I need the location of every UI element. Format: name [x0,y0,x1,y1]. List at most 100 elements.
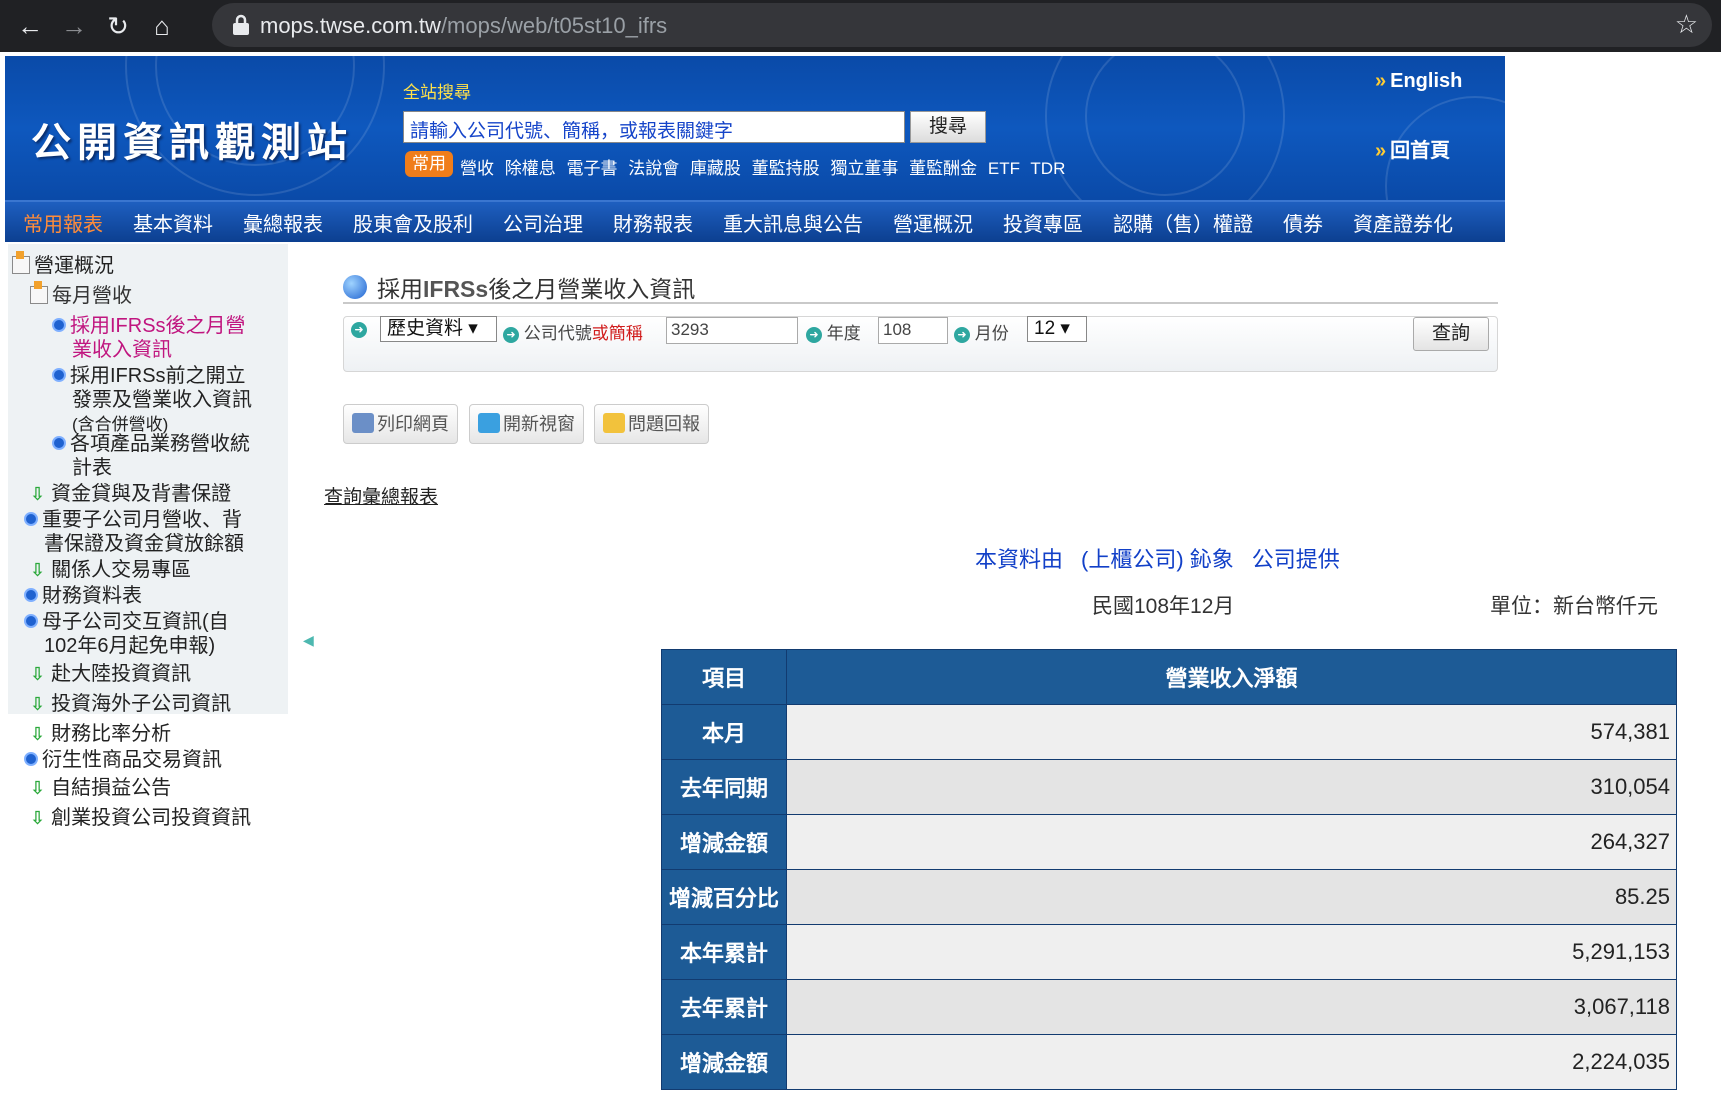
sidebar-item-operations[interactable]: 營運概況 [12,251,114,278]
row-value: 5,291,153 [786,924,1677,980]
menu-item[interactable]: 資產證券化 [1353,208,1453,237]
column-header: 項目 [661,649,787,705]
revenue-table: 項目 營業收入淨額 本月 574,381 去年同期 310,054 增減金額 2… [661,649,1677,1090]
summary-report-link[interactable]: 查詢彙總報表 [324,482,438,509]
bullet-icon [52,318,66,332]
sidebar-item-related[interactable]: ⇩ 關係人交易專區 [30,558,191,582]
quick-link[interactable]: 董監持股 [752,159,820,178]
quick-link[interactable]: ETF [988,159,1020,178]
common-tag: 常用 [405,151,453,177]
home-page-link[interactable]: » 回首頁 [1375,134,1450,163]
company-label: ➜ 公司代號或簡稱 [503,319,643,344]
download-arrow-icon: ⇩ [30,724,46,744]
history-select[interactable]: 歷史資料 ▾ [380,316,497,342]
download-arrow-icon: ⇩ [30,560,46,580]
row-label: 本年累計 [661,924,787,980]
sidebar-item-derivative[interactable]: 衍生性商品交易資訊 [24,748,222,772]
table-row: 本年累計 5,291,153 [661,924,1677,980]
company-input[interactable]: 3293 [666,317,798,344]
bullet-icon [52,436,66,450]
row-label: 去年累計 [661,979,787,1035]
menu-item[interactable]: 公司治理 [503,208,583,237]
back-icon[interactable]: ← [14,10,46,42]
main-menu: 常用報表 基本資料 彙總報表 股東會及股利 公司治理 財務報表 重大訊息與公告 … [5,200,1505,242]
row-value: 2,224,035 [786,1034,1677,1090]
row-value: 85.25 [786,869,1677,925]
menu-item[interactable]: 債券 [1283,208,1323,237]
quick-link[interactable]: 董監酬金 [909,159,977,178]
address-bar[interactable]: mops.twse.com.tw/mops/web/t05st10_ifrs ☆ [212,3,1712,47]
menu-item[interactable]: 財務報表 [613,208,693,237]
sidebar-item-ifrs-revenue[interactable]: 採用IFRSs後之月營 業收入資訊 [52,314,246,362]
month-select[interactable]: 12 ▾ [1027,316,1087,342]
year-input[interactable]: 108 [878,317,948,344]
row-value: 3,067,118 [786,979,1677,1035]
quick-links: 營收 除權息 電子書 法說會 庫藏股 董監持股 獨立董事 董監酬金 ETF TD… [460,154,1071,179]
forward-icon[interactable]: → [58,10,90,42]
collapse-sidebar-icon[interactable]: ◀ [303,632,314,649]
row-label: 增減金額 [661,814,787,870]
bookmark-star-icon[interactable]: ☆ [1675,9,1698,40]
sidebar-item-overseas[interactable]: ⇩ 投資海外子公司資訊 [30,692,231,716]
column-header: 營業收入淨額 [786,649,1677,705]
sidebar-item-ratio[interactable]: ⇩ 財務比率分析 [30,722,171,746]
sidebar-item-monthly[interactable]: 每月營收 [30,281,132,308]
quick-link[interactable]: 獨立董事 [830,159,898,178]
table-row: 去年累計 3,067,118 [661,979,1677,1035]
quick-link[interactable]: TDR [1030,159,1065,178]
menu-item[interactable]: 認購（售）權證 [1113,208,1253,237]
lock-icon [233,14,249,35]
home-icon[interactable]: ⌂ [146,10,178,42]
arrow-circle-icon: ➜ [806,327,822,343]
table-row: 增減金額 264,327 [661,814,1677,870]
menu-item[interactable]: 營運概況 [893,208,973,237]
arrow-circle-icon: ➜ [954,327,970,343]
search-input[interactable]: 請輸入公司代號、簡稱，或報表關鍵字 [403,111,905,143]
menu-item[interactable]: 股東會及股利 [353,208,473,237]
row-value: 264,327 [786,814,1677,870]
row-label: 增減金額 [661,1034,787,1090]
sidebar-item-product-revenue[interactable]: 各項產品業務營收統 計表 [52,432,250,480]
quick-link[interactable]: 營收 [460,159,494,178]
sidebar-item-parent[interactable]: 母子公司交互資訊(自 102年6月起免申報) [24,610,229,658]
arrow-circle-icon: ➜ [503,327,519,343]
report-problem-button[interactable]: 問題回報 [594,404,709,444]
site-header: 公開資訊觀測站 全站搜尋 請輸入公司代號、簡稱，或報表關鍵字 搜尋 常用 營收 … [5,56,1505,200]
printer-icon [352,413,374,433]
menu-item[interactable]: 常用報表 [23,208,103,237]
new-window-button[interactable]: 開新視窗 [469,404,584,444]
download-arrow-icon: ⇩ [30,694,46,714]
quick-link[interactable]: 除權息 [505,159,556,178]
quick-link[interactable]: 法說會 [628,159,679,178]
row-value: 310,054 [786,759,1677,815]
url-text: mops.twse.com.tw/mops/web/t05st10_ifrs [260,13,668,38]
reload-icon[interactable]: ↻ [102,10,134,42]
quick-link[interactable]: 庫藏股 [690,159,741,178]
report-period: 民國108年12月 [1092,595,1235,618]
sidebar-item-pre-ifrs[interactable]: 採用IFRSs前之開立 發票及營業收入資訊 (含合併營收) [52,364,252,437]
download-arrow-icon: ⇩ [30,808,46,828]
menu-item[interactable]: 投資專區 [1003,208,1083,237]
sidebar-item-venture[interactable]: ⇩ 創業投資公司投資資訊 [30,806,251,830]
search-button[interactable]: 搜尋 [910,111,986,143]
bullet-icon [24,614,38,628]
download-arrow-icon: ⇩ [30,664,46,684]
menu-item[interactable]: 彙總報表 [243,208,323,237]
menu-item[interactable]: 重大訊息與公告 [723,208,863,237]
site-logo[interactable]: 公開資訊觀測站 [31,110,353,168]
sidebar-item-financial[interactable]: 財務資料表 [24,584,142,608]
menu-item[interactable]: 基本資料 [133,208,213,237]
bullet-icon [24,752,38,766]
sidebar-item-china[interactable]: ⇩ 赴大陸投資資訊 [30,662,191,686]
sidebar-item-subsidiary[interactable]: 重要子公司月營收、背 書保證及資金貸放餘額 [24,508,244,556]
row-label: 去年同期 [661,759,787,815]
table-row: 增減百分比 85.25 [661,869,1677,925]
month-label: ➜ 月份 [954,319,1009,344]
english-link[interactable]: » English [1375,70,1462,93]
print-button[interactable]: 列印網頁 [343,404,458,444]
folder-icon [12,251,30,274]
sidebar-item-funds[interactable]: ⇩ 資金貸與及背書保證 [30,482,231,506]
quick-link[interactable]: 電子書 [566,159,617,178]
sidebar-item-self[interactable]: ⇩ 自結損益公告 [30,776,171,800]
query-button[interactable]: 查詢 [1413,317,1489,351]
